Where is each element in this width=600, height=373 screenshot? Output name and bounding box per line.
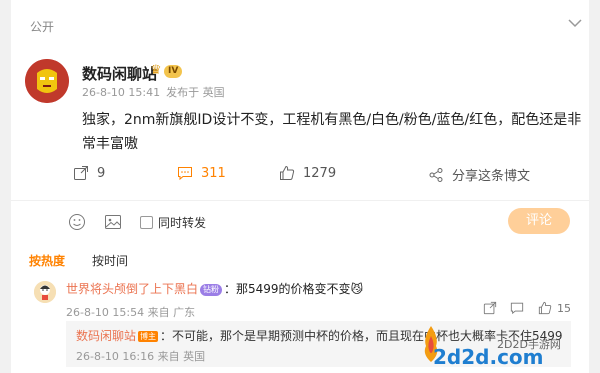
fan-badge: 钻粉 (200, 283, 223, 296)
comment-submit-button[interactable]: 评论 (508, 208, 570, 234)
reply-line: 数码闲聊站 博主 ：不可能，那个是早期预测中杯的价格，而且现在中杯也大概率卡不住54… (76, 327, 563, 344)
post-time[interactable]: 26-8-10 15:41 (82, 86, 160, 99)
comment-toolbar: 同时转发 (68, 213, 206, 231)
emoji-icon[interactable] (68, 213, 86, 231)
sort-by-time[interactable]: 按时间 (92, 252, 128, 269)
thumbs-up-icon (538, 301, 552, 315)
divider (11, 200, 589, 201)
post-meta: 26-8-10 15:41 发布于 英国 (82, 84, 231, 100)
reply-author[interactable]: 数码闲聊站 (76, 329, 136, 343)
comment-action[interactable]: 311 (177, 165, 226, 181)
reply-meta: 26-8-10 16:16 来自 英国 (76, 350, 206, 363)
repost-icon (483, 301, 497, 315)
thumbs-up-icon (280, 165, 295, 180)
comment-repost[interactable] (483, 301, 497, 315)
comment-like-count: 15 (557, 301, 571, 315)
watermark-site: 2d2d.com (433, 345, 544, 369)
repost-checkbox-label[interactable]: 同时转发 (158, 214, 206, 231)
like-action[interactable]: 1279 (279, 165, 336, 181)
level-badge: IV (164, 65, 183, 78)
repost-icon (74, 166, 88, 180)
comment-icon (178, 167, 192, 181)
visibility-label[interactable]: 公开 (30, 18, 54, 35)
author-name[interactable]: 数码闲聊站 (82, 63, 157, 84)
commenter-avatar[interactable] (34, 281, 56, 303)
author-badge: 博主 (138, 331, 159, 342)
share-icon (429, 167, 443, 182)
emoji: 😼 (350, 282, 364, 296)
share-action[interactable]: 分享这条博文 (428, 165, 530, 184)
comment-line: 世界将头颅倒了上下黑白 钻粉 ：那5499的价格变不变😼 (66, 280, 363, 297)
sort-by-hot[interactable]: 按热度 (29, 252, 65, 269)
comment-like[interactable]: 15 (538, 301, 571, 315)
comment-reply[interactable] (510, 301, 524, 315)
commenter-name[interactable]: 世界将头颅倒了上下黑白 (66, 282, 198, 296)
image-icon[interactable] (104, 213, 122, 231)
repost-action[interactable]: 9 (73, 165, 105, 181)
author-avatar[interactable] (25, 59, 69, 103)
crown-icon: ♛ (150, 63, 162, 78)
comment-icon (510, 302, 524, 315)
post-source: 发布于 英国 (166, 86, 225, 99)
post-text: 独家，2nm新旗舰ID设计不变，工程机有黑色/白色/粉色/蓝色/红色，配色还是非… (82, 112, 582, 152)
comment-text: ：那5499的价格变不变 (224, 282, 351, 296)
repost-checkbox[interactable] (140, 215, 153, 229)
chevron-down-icon[interactable] (568, 18, 582, 28)
comment-meta: 26-8-10 15:54 来自 广东 (66, 306, 196, 319)
